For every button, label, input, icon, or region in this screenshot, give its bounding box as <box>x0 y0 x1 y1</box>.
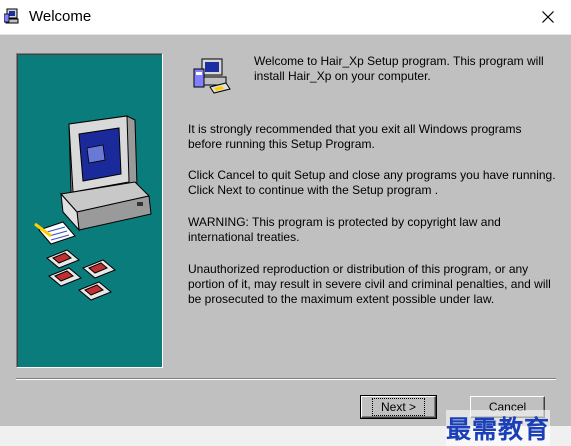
title-bar: Welcome <box>0 0 571 35</box>
separator <box>16 378 556 380</box>
next-button-label: Next > <box>371 398 425 416</box>
legal-text: Unauthorized reproduction or distributio… <box>188 262 551 306</box>
window-title: Welcome <box>29 8 92 25</box>
next-button[interactable]: Next > <box>360 395 437 419</box>
computer-with-disks-illustration <box>34 115 152 301</box>
watermark: 最需教育 <box>446 410 551 446</box>
side-illustration-panel <box>16 53 163 368</box>
recommendation-text: It is strongly recommended that you exit… <box>188 122 522 151</box>
warning-text: WARNING: This program is protected by co… <box>188 215 501 244</box>
instructions-text: Click Cancel to quit Setup and close any… <box>188 168 556 197</box>
close-button[interactable] <box>525 0 571 34</box>
dialog-body: Welcome to Hair_Xp Setup program. This p… <box>0 35 571 446</box>
close-icon <box>542 11 554 23</box>
setup-computer-icon <box>193 58 231 94</box>
setup-computer-icon <box>4 8 19 24</box>
intro-text: Welcome to Hair_Xp Setup program. This p… <box>254 54 544 83</box>
